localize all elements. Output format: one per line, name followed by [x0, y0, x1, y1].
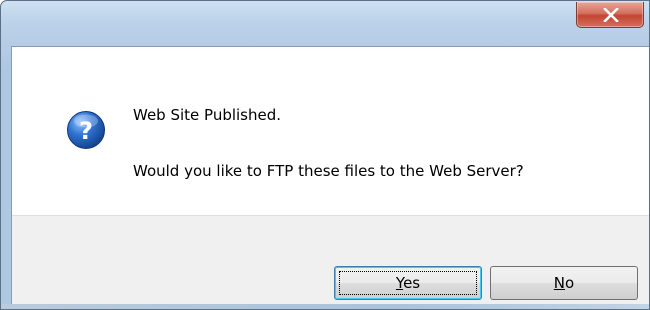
button-bar: Yes No [12, 215, 649, 306]
message-panel: ? Web Site Published. Would you like to … [12, 47, 649, 215]
question-icon: ? [66, 110, 106, 150]
title-bar[interactable] [1, 1, 649, 46]
close-x-icon [603, 8, 619, 22]
message-question: Would you like to FTP these files to the… [133, 162, 524, 180]
dialog-client-area: ? Web Site Published. Would you like to … [11, 46, 649, 306]
no-button-label: No [553, 274, 575, 292]
yes-button-label: Yes [395, 274, 421, 292]
message-title: Web Site Published. [133, 106, 282, 124]
svg-text:?: ? [79, 117, 93, 145]
yes-button[interactable]: Yes [334, 266, 482, 300]
window-bottom-frame [1, 304, 649, 309]
no-button[interactable]: No [490, 266, 638, 300]
close-button[interactable] [576, 2, 644, 28]
message-dialog-window: ? Web Site Published. Would you like to … [0, 0, 650, 310]
